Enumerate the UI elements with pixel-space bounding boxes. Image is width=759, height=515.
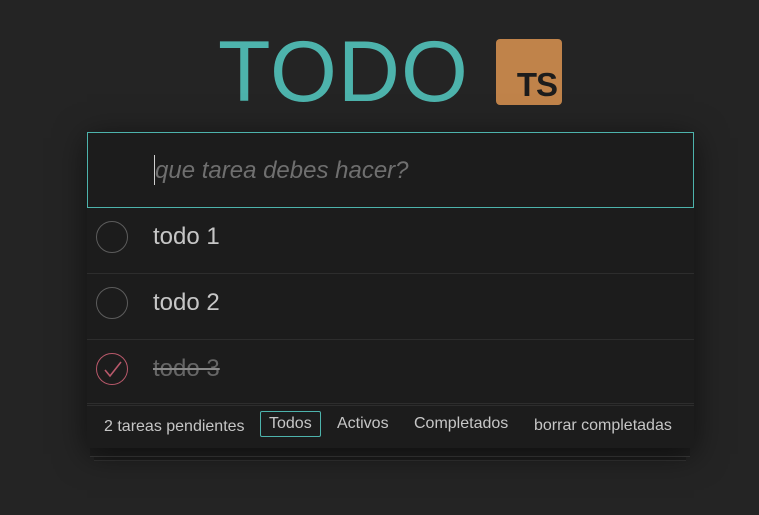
new-todo-input[interactable] xyxy=(153,153,677,189)
typescript-logo-text: TS xyxy=(516,66,558,103)
todo-label[interactable]: todo 1 xyxy=(153,223,220,251)
filter-completed[interactable]: Completados xyxy=(405,411,517,437)
todo-item: todo 2 xyxy=(87,274,694,340)
text-cursor xyxy=(154,155,155,185)
checkmark-icon xyxy=(104,361,122,378)
todo-label[interactable]: todo 2 xyxy=(153,289,220,317)
filter-all[interactable]: Todos xyxy=(260,411,321,437)
todo-item: todo 1 xyxy=(87,208,694,274)
stack-shadow-1 xyxy=(90,448,690,457)
todo-item-completed: todo 3 xyxy=(87,340,694,406)
todo-footer: 2 tareas pendientes Todos Activos Comple… xyxy=(87,403,694,448)
filter-active[interactable]: Activos xyxy=(328,411,398,437)
todo-app: todo 1 todo 2 todo 3 2 tareas pendientes… xyxy=(87,132,694,448)
toggle-checkbox[interactable] xyxy=(96,287,128,319)
todo-label[interactable]: todo 3 xyxy=(153,355,220,383)
clear-completed-button[interactable]: borrar completadas xyxy=(534,417,672,435)
toggle-checkbox[interactable] xyxy=(96,221,128,253)
pending-count: 2 tareas pendientes xyxy=(104,418,245,435)
toggle-checkbox-checked[interactable] xyxy=(96,353,128,385)
app-header: TODO TS xyxy=(0,26,759,118)
new-todo-field xyxy=(87,132,694,208)
todo-list: todo 1 todo 2 todo 3 xyxy=(87,208,694,406)
typescript-logo: TS xyxy=(496,39,562,105)
app-title: TODO xyxy=(218,24,469,120)
